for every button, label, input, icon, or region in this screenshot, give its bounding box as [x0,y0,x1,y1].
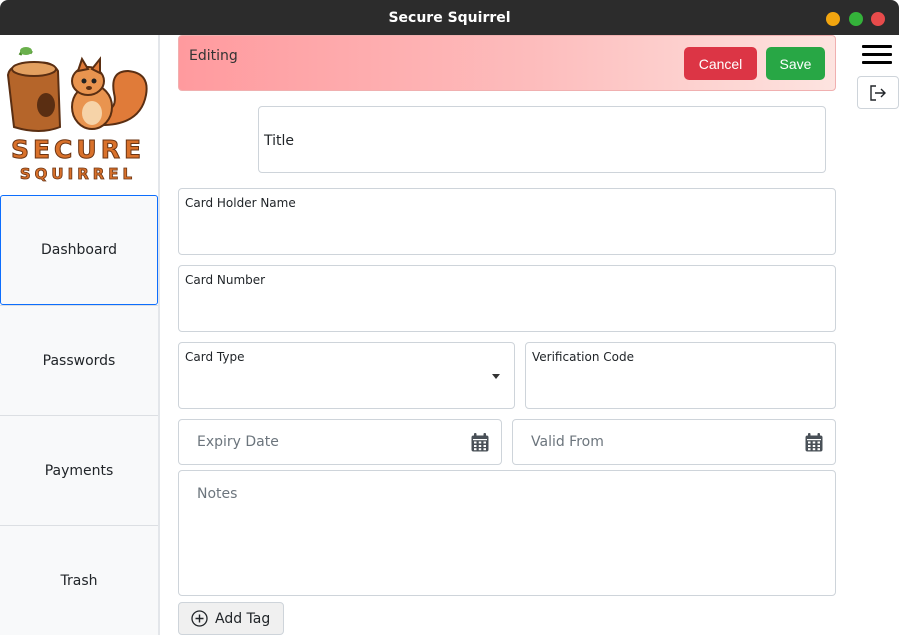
valid-from-field[interactable]: Valid From [512,419,836,465]
main-content: Editing Cancel Save Title Card Holder Na… [160,35,850,635]
editing-label: Editing [189,48,238,64]
maximize-button[interactable] [849,12,863,26]
expiry-date-placeholder: Expiry Date [197,434,279,450]
sidebar-item-label: Payments [44,462,114,479]
expiry-date-field[interactable]: Expiry Date [178,419,502,465]
verification-code-label: Verification Code [532,350,634,364]
logout-icon [870,84,886,101]
card-type-select[interactable]: Card Type [178,342,515,409]
sidebar-item-trash[interactable]: Trash [0,525,158,635]
logo-text-squirrel: SQUIRREL [20,165,136,183]
notes-placeholder: Notes [197,486,238,502]
title-bar: Secure Squirrel [0,0,899,35]
card-number-label: Card Number [185,273,266,287]
minimize-button[interactable] [826,12,840,26]
close-window-button[interactable] [871,12,885,26]
menu-icon[interactable] [862,45,892,67]
window-title: Secure Squirrel [388,10,511,26]
sidebar-item-dashboard[interactable]: Dashboard [0,195,158,305]
card-type-label: Card Type [185,350,245,364]
sidebar-item-payments[interactable]: Payments [0,415,158,525]
verification-code-field[interactable]: Verification Code [525,342,836,409]
sidebar: SECURE SQUIRREL Dashboard Passwords Paym… [0,35,160,635]
save-button[interactable]: Save [766,47,825,80]
sidebar-item-passwords[interactable]: Passwords [0,305,158,415]
title-field[interactable]: Title [258,106,826,173]
calendar-icon[interactable] [471,433,489,452]
sidebar-item-label: Trash [60,572,98,589]
sidebar-item-label: Passwords [42,352,116,369]
caret-down-icon [492,374,500,379]
title-field-label: Title [264,133,295,149]
plus-circle-icon [191,610,208,627]
card-number-field[interactable]: Card Number [178,265,836,332]
valid-from-placeholder: Valid From [531,434,604,450]
add-tag-label: Add Tag [215,610,271,627]
logout-button[interactable] [857,76,899,109]
calendar-icon[interactable] [805,433,823,452]
card-holder-name-field[interactable]: Card Holder Name [178,188,836,255]
sidebar-item-label: Dashboard [41,242,117,258]
logo-text-secure: SECURE [11,135,145,164]
app-logo: SECURE SQUIRREL [0,35,158,195]
notes-field[interactable]: Notes [178,470,836,596]
editing-banner: Editing Cancel Save [178,35,836,91]
add-tag-button[interactable]: Add Tag [178,602,284,635]
cancel-button[interactable]: Cancel [684,47,757,80]
card-holder-name-label: Card Holder Name [185,196,296,210]
